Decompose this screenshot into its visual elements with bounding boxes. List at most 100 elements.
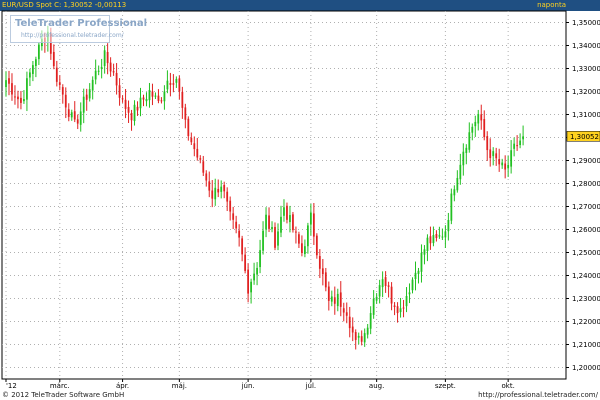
candle-body	[76, 119, 79, 124]
candle-body	[172, 83, 175, 85]
candle-body	[55, 67, 58, 82]
candle-body	[426, 237, 429, 252]
candle-body	[315, 235, 318, 256]
candle-body	[465, 147, 468, 154]
y-tick-label: 1,20000	[572, 364, 600, 372]
y-tick-label: 1,27000	[572, 203, 600, 211]
candle-body	[336, 293, 339, 307]
candle-body	[298, 234, 300, 244]
candle-body	[393, 305, 396, 307]
candle-body	[142, 97, 145, 100]
x-tick-label: máj.	[172, 382, 187, 390]
candle-body	[321, 268, 324, 275]
candle-body	[277, 231, 279, 246]
candle-body	[483, 119, 486, 138]
y-tick-label: 1,24000	[572, 272, 600, 280]
candle-body	[318, 256, 321, 269]
candle-body	[58, 82, 61, 85]
candle-body	[52, 51, 55, 67]
candle-body	[199, 158, 202, 160]
candle-body	[5, 80, 7, 88]
candle-body	[519, 140, 522, 146]
candle-body	[226, 191, 229, 202]
candle-body	[23, 99, 25, 102]
candle-body	[112, 71, 115, 73]
candle-body	[133, 104, 136, 122]
candle-body	[181, 91, 184, 108]
candle-body	[127, 106, 130, 113]
candle-body	[384, 277, 387, 286]
candle-body	[447, 220, 450, 232]
candle-body	[247, 269, 250, 294]
candle-body	[37, 44, 40, 60]
footer-link[interactable]: http://professional.teletrader.com/	[478, 390, 598, 400]
candle-body	[85, 94, 88, 100]
candle-body	[244, 254, 247, 271]
candle-body	[342, 308, 345, 313]
candle-body	[351, 326, 354, 333]
candle-body	[489, 149, 492, 159]
candle-body	[61, 87, 64, 95]
candle-body	[453, 189, 456, 196]
y-tick-label: 1,29000	[572, 157, 600, 165]
candle-body	[408, 292, 411, 295]
candle-body	[405, 295, 408, 307]
copyright-text: © 2012 TeleTrader Software GmbH	[2, 391, 125, 399]
candle-body	[109, 62, 112, 72]
candle-body	[402, 307, 405, 309]
candle-body	[97, 70, 100, 72]
candle-body	[306, 225, 309, 247]
candle-body	[139, 97, 142, 109]
candle-body	[480, 114, 483, 121]
watermark-logo: TeleTrader Professional http://professio…	[10, 15, 147, 43]
candle-body	[187, 118, 190, 137]
candle-body	[82, 96, 85, 113]
y-tick-label: 1,28000	[572, 180, 600, 188]
candle-body	[333, 297, 336, 304]
candle-body	[438, 235, 441, 237]
candle-body	[289, 215, 291, 223]
candle-body	[145, 98, 148, 102]
candle-body	[14, 96, 16, 98]
candle-body	[477, 113, 480, 124]
candle-body	[432, 235, 435, 244]
candle-body	[196, 148, 199, 158]
candle-body	[363, 333, 366, 343]
candle-body	[345, 312, 348, 316]
candle-body	[304, 246, 306, 255]
candle-body	[67, 109, 70, 117]
candle-body	[26, 78, 28, 100]
candle-body	[375, 296, 378, 301]
y-tick-label: 1,32000	[572, 88, 600, 96]
candle-body	[262, 230, 264, 251]
candle-body	[268, 215, 270, 229]
candle-body	[339, 292, 342, 307]
candle-body	[211, 190, 214, 199]
candle-body	[309, 212, 312, 225]
candle-body	[250, 281, 252, 293]
x-tick-label: júl.	[305, 382, 317, 390]
candle-body	[435, 233, 438, 239]
y-tick-label: 1,34000	[572, 42, 600, 50]
candle-body	[396, 306, 399, 314]
candle-body	[32, 65, 34, 74]
candle-body	[148, 90, 151, 101]
y-tick-label: 1,26000	[572, 226, 600, 234]
candle-body	[121, 98, 124, 100]
candle-body	[471, 126, 474, 133]
candle-body	[330, 296, 333, 302]
candle-body	[259, 250, 261, 268]
candle-body	[169, 82, 172, 85]
candle-body	[423, 249, 426, 255]
candle-body	[462, 151, 465, 166]
candle-body	[20, 97, 22, 103]
candle-body	[504, 163, 507, 170]
candle-body	[202, 161, 205, 173]
candle-body	[88, 89, 91, 99]
candle-body	[444, 231, 447, 238]
watermark-url: http://professional.teletrader.com/	[21, 32, 124, 39]
candle-body	[241, 238, 244, 255]
candle-body	[229, 200, 232, 212]
x-tick-label: szept.	[435, 382, 456, 390]
candle-body	[414, 272, 417, 280]
